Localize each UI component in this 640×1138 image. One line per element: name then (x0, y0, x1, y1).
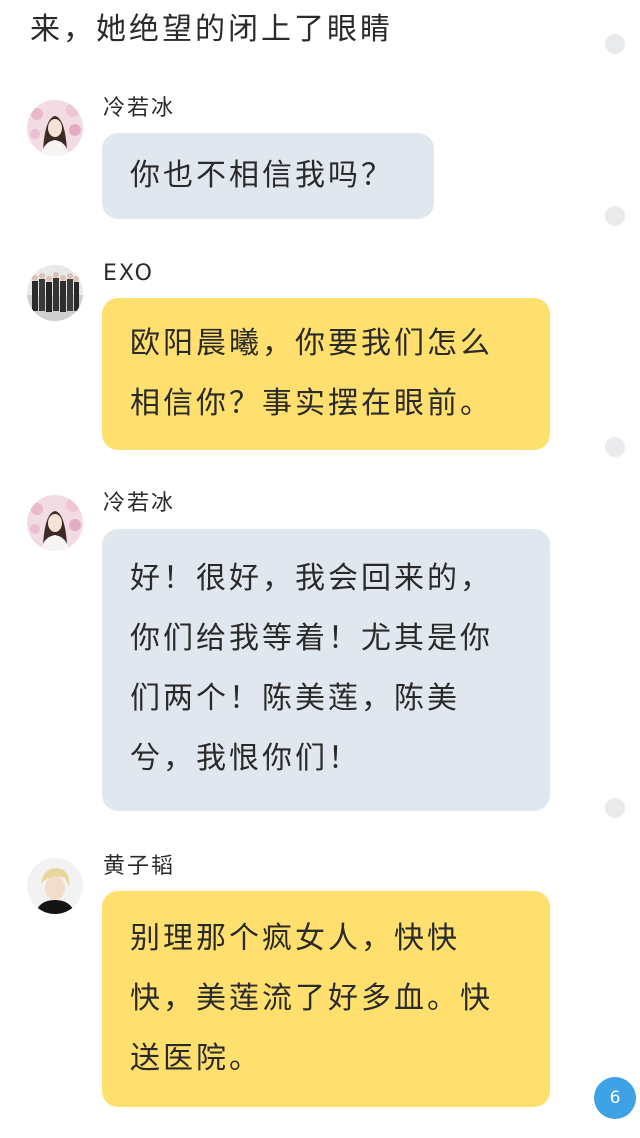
narration-text: 来，她绝望的闭上了眼睛 (30, 12, 393, 47)
boy-portrait-icon (27, 858, 83, 914)
girl-portrait-icon (27, 495, 83, 551)
message-bubble: 好！很好，我会回来的， 你们给我等着！尤其是你 们两个！陈美莲，陈美 兮，我恨你… (102, 529, 550, 811)
message-bubble: 别理那个疯女人，快快 快，美莲流了好多血。快 送医院。 (102, 891, 550, 1107)
sender-name: 黄子韬 (103, 854, 176, 879)
girl-portrait-avatar[interactable] (27, 100, 83, 156)
message-bubble: 欧阳晨曦，你要我们怎么 相信你？事实摆在眼前。 (102, 298, 550, 450)
side-dot-1 (605, 34, 625, 54)
sender-name: 冷若冰 (103, 96, 176, 121)
group-photo-avatar[interactable] (27, 265, 83, 321)
side-dot-3 (605, 437, 625, 457)
group-photo-icon (27, 265, 83, 321)
sender-name: 冷若冰 (103, 491, 176, 516)
boy-portrait-avatar[interactable] (27, 858, 83, 914)
page-number-badge[interactable]: 6 (594, 1077, 636, 1119)
girl-portrait-avatar[interactable] (27, 495, 83, 551)
girl-portrait-icon (27, 100, 83, 156)
side-dot-4 (605, 798, 625, 818)
side-dot-2 (605, 206, 625, 226)
message-bubble: 你也不相信我吗？ (102, 133, 434, 219)
sender-name: EXO (103, 261, 154, 286)
